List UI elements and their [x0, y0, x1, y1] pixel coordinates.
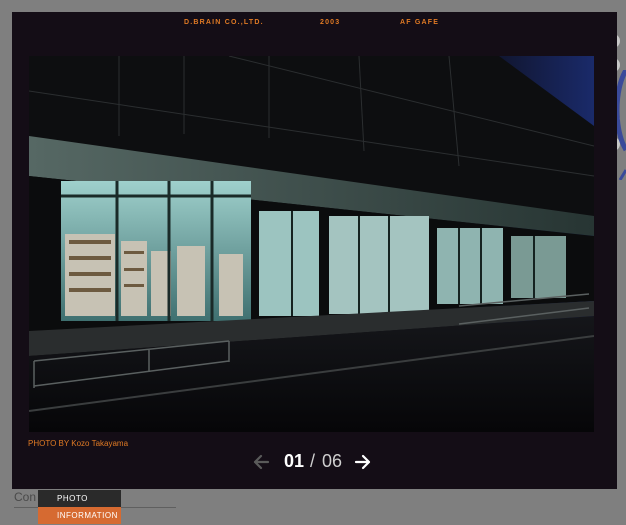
lightbox: D.BRAIN CO.,LTD. 2003 AF GAFE PHOTO BY K…: [12, 12, 617, 489]
lightbox-header: D.BRAIN CO.,LTD. 2003 AF GAFE: [12, 19, 617, 31]
menu-item-photo[interactable]: PHOTO: [38, 490, 121, 507]
page-separator: /: [310, 451, 316, 471]
photo-credit: PHOTO BY Kozo Takayama: [28, 439, 129, 448]
pager: 01 / 06: [252, 450, 382, 474]
current-page: 01: [284, 451, 305, 471]
menu-item-information[interactable]: INFORMATION: [38, 507, 121, 524]
photo-viewer: [29, 56, 594, 432]
company-name: D.BRAIN CO.,LTD.: [184, 19, 264, 26]
project-year: 2003: [320, 19, 341, 26]
storefront-photo: [29, 56, 594, 432]
arrow-left-icon[interactable]: [252, 453, 270, 471]
arrow-right-icon[interactable]: [354, 453, 372, 471]
total-pages: 06: [322, 451, 343, 471]
project-name: AF GAFE: [400, 19, 440, 26]
section-menu: PHOTO INFORMATION: [38, 490, 121, 524]
background-text: Con: [14, 490, 37, 504]
